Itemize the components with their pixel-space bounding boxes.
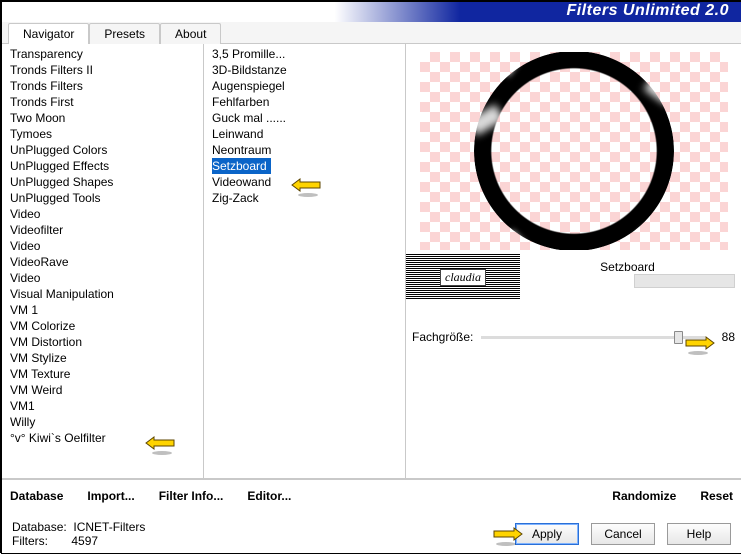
tab-strip: Navigator Presets About [2,22,741,44]
list-item[interactable]: VideoRave [10,254,203,270]
import-button[interactable]: Import... [87,489,134,503]
editor-button[interactable]: Editor... [247,489,291,503]
apply-button[interactable]: Apply [515,523,579,545]
cancel-button[interactable]: Cancel [591,523,655,545]
list-item[interactable]: Videofilter [10,222,203,238]
list-item[interactable]: VM Weird [10,382,203,398]
list-item[interactable]: VM 1 [10,302,203,318]
randomize-button[interactable]: Randomize [612,489,676,503]
app-title: Filters Unlimited 2.0 [566,2,729,20]
list-item[interactable]: Leinwand [212,126,405,142]
preview-column: claudia Setzboard Fachgröße: 88 [406,44,741,478]
list-item[interactable]: Setzboard [212,158,271,174]
title-bar: Filters Unlimited 2.0 [2,2,741,22]
list-item[interactable]: Tronds Filters [10,78,203,94]
filter-listbox[interactable]: 3,5 Promille...3D-BildstanzeAugenspiegel… [204,44,405,478]
preview-canvas [420,52,728,250]
current-filter-name: Setzboard [520,258,735,274]
category-listbox[interactable]: TransparencyTronds Filters IITronds Filt… [2,44,203,478]
list-item[interactable]: Transparency [10,46,203,62]
list-item[interactable]: Fehlfarben [212,94,405,110]
footer: Database: ICNET-Filters Filters: 4597 Ap… [2,511,741,554]
tab-navigator[interactable]: Navigator [8,23,89,44]
list-item[interactable]: Visual Manipulation [10,286,203,302]
list-item[interactable]: Guck mal ...... [212,110,405,126]
list-item[interactable]: °v° Kiwi`s Oelfilter [10,430,203,446]
list-item[interactable]: Two Moon [10,110,203,126]
filter-column: 3,5 Promille...3D-BildstanzeAugenspiegel… [204,44,406,478]
filters-count: 4597 [71,534,98,548]
filter-title-underline [634,274,735,288]
list-item[interactable]: Willy [10,414,203,430]
help-button[interactable]: Help [667,523,731,545]
author-name: claudia [440,269,486,286]
list-item[interactable]: Videowand [212,174,405,190]
author-stamp: claudia [406,254,520,300]
list-item[interactable]: 3D-Bildstanze [212,62,405,78]
list-item[interactable]: Tronds First [10,94,203,110]
param-value-0: 88 [713,330,735,344]
list-item[interactable]: VM1 [10,398,203,414]
database-button[interactable]: Database [10,489,63,503]
filter-title-row: claudia Setzboard [412,250,735,296]
list-item[interactable]: Zig-Zack [212,190,405,206]
list-item[interactable]: 3,5 Promille... [212,46,405,62]
param-slider-0[interactable] [481,336,705,339]
list-item[interactable]: Tymoes [10,126,203,142]
list-item[interactable]: UnPlugged Shapes [10,174,203,190]
tab-presets[interactable]: Presets [89,23,160,44]
category-column: TransparencyTronds Filters IITronds Filt… [2,44,204,478]
list-item[interactable]: Tronds Filters II [10,62,203,78]
list-item[interactable]: UnPlugged Colors [10,142,203,158]
tab-about[interactable]: About [160,23,221,44]
list-item[interactable]: UnPlugged Effects [10,158,203,174]
main-panel: TransparencyTronds Filters IITronds Filt… [2,44,741,479]
toolbar: Database Import... Filter Info... Editor… [2,479,741,511]
list-item[interactable]: Video [10,238,203,254]
reset-button[interactable]: Reset [700,489,733,503]
list-item[interactable]: Video [10,206,203,222]
list-item[interactable]: VM Colorize [10,318,203,334]
filters-label: Filters: [12,534,48,548]
list-item[interactable]: Video [10,270,203,286]
db-value: ICNET-Filters [73,520,145,534]
list-item[interactable]: UnPlugged Tools [10,190,203,206]
list-item[interactable]: Augenspiegel [212,78,405,94]
db-label: Database: [12,520,67,534]
param-row-0: Fachgröße: 88 [412,330,735,344]
list-item[interactable]: VM Stylize [10,350,203,366]
footer-info: Database: ICNET-Filters Filters: 4597 [12,520,145,548]
param-label-0: Fachgröße: [412,330,473,344]
list-item[interactable]: VM Distortion [10,334,203,350]
list-item[interactable]: VM Texture [10,366,203,382]
filterinfo-button[interactable]: Filter Info... [159,489,224,503]
list-item[interactable]: Neontraum [212,142,405,158]
